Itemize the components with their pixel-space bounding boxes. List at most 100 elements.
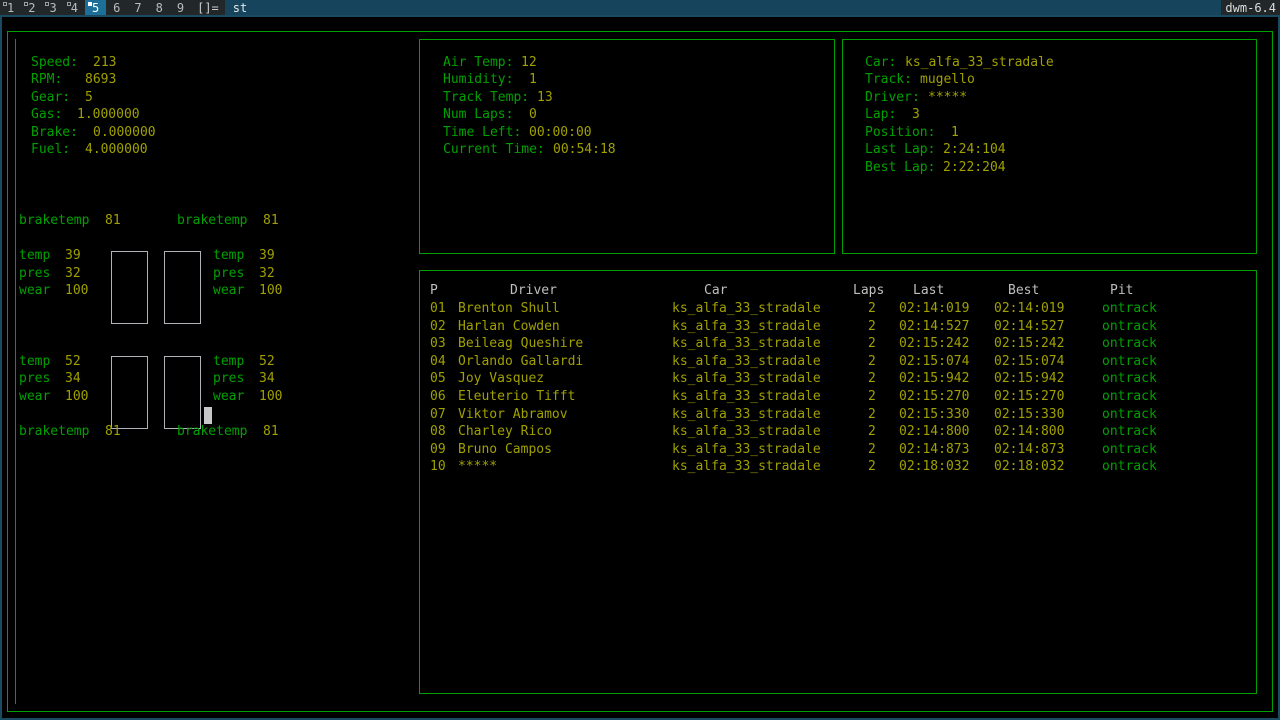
leaderboard-cell-pit: ontrack bbox=[1102, 389, 1157, 404]
leaderboard-cell-pit: ontrack bbox=[1102, 371, 1157, 386]
tag-7[interactable]: 7 bbox=[127, 0, 149, 15]
tag-label: 6 bbox=[113, 0, 121, 15]
leaderboard-cell-p: 01 bbox=[430, 301, 446, 316]
leaderboard-cell-best: 02:15:942 bbox=[994, 371, 1065, 386]
leaderboard-cell-p: 07 bbox=[430, 407, 446, 422]
tire-front-right-box bbox=[164, 251, 201, 324]
leaderboard-cell-car: ks_alfa_33_stradale bbox=[672, 336, 821, 351]
humidity-label: Humidity: bbox=[443, 72, 514, 87]
leaderboard-cell-p: 02 bbox=[430, 319, 446, 334]
rl-braketemp-value: 81 bbox=[105, 424, 121, 439]
leaderboard-cell-car: ks_alfa_33_stradale bbox=[672, 319, 821, 334]
rl-pres-label: pres bbox=[19, 371, 51, 386]
fr-braketemp-label: braketemp bbox=[177, 213, 248, 228]
leaderboard-cell-best: 02:14:873 bbox=[994, 442, 1065, 457]
tag-2[interactable]: 2 bbox=[21, 0, 43, 15]
driver-label: Driver: bbox=[865, 90, 920, 105]
leaderboard-cell-driver: Harlan Cowden bbox=[458, 319, 560, 334]
leaderboard-cell-driver: Charley Rico bbox=[458, 424, 552, 439]
tag-occupied-marker-icon bbox=[3, 2, 7, 6]
humidity-value: 1 bbox=[529, 72, 537, 87]
rr-pres-label: pres bbox=[213, 371, 245, 386]
fl-pres-label: pres bbox=[19, 266, 51, 281]
time-left-label: Time Left: bbox=[443, 125, 522, 140]
leaderboard-cell-laps: 2 bbox=[868, 407, 876, 422]
rr-wear-label: wear bbox=[213, 389, 245, 404]
tag-9[interactable]: 9 bbox=[169, 0, 192, 15]
tag-6[interactable]: 6 bbox=[106, 0, 128, 15]
current-time-label: Current Time: bbox=[443, 142, 545, 157]
leaderboard-cell-car: ks_alfa_33_stradale bbox=[672, 354, 821, 369]
rr-temp-value: 52 bbox=[259, 354, 275, 369]
fl-temp-value: 39 bbox=[65, 248, 81, 263]
tag-5[interactable]: 5 bbox=[84, 0, 107, 15]
leaderboard-cell-best: 02:14:800 bbox=[994, 424, 1065, 439]
rr-braketemp-value: 81 bbox=[263, 424, 279, 439]
leaderboard-cell-driver: Brenton Shull bbox=[458, 301, 560, 316]
time-left-value: 00:00:00 bbox=[529, 125, 592, 140]
tag-occupied-marker-icon bbox=[87, 2, 92, 6]
gear-label: Gear: bbox=[31, 90, 71, 105]
terminal-content[interactable]: Speed: 213 RPM: 8693 Gear: 5 Gas: 1.0000… bbox=[2, 17, 1278, 718]
tire-front-left-box bbox=[111, 251, 148, 324]
leaderboard-cell-car: ks_alfa_33_stradale bbox=[672, 459, 821, 474]
position-label: Position: bbox=[865, 125, 936, 140]
rl-wear-label: wear bbox=[19, 389, 51, 404]
fr-pres-value: 32 bbox=[259, 266, 275, 281]
rr-pres-value: 34 bbox=[259, 371, 275, 386]
speed-label: Speed: bbox=[31, 55, 78, 70]
rr-braketemp-label: braketemp bbox=[177, 424, 248, 439]
leaderboard-cell-laps: 2 bbox=[868, 459, 876, 474]
leaderboard-cell-car: ks_alfa_33_stradale bbox=[672, 389, 821, 404]
tag-label: 7 bbox=[134, 0, 142, 15]
last-lap-label: Last Lap: bbox=[865, 142, 936, 157]
tag-label: 1 bbox=[7, 0, 15, 15]
leaderboard-cell-driver: Eleuterio Tifft bbox=[458, 389, 576, 404]
tag-3[interactable]: 3 bbox=[42, 0, 64, 15]
dwm-status-bar: 123456789 []= st dwm-6.4 bbox=[0, 0, 1280, 15]
lap-value: 3 bbox=[912, 107, 920, 122]
leaderboard-cell-laps: 2 bbox=[868, 336, 876, 351]
leaderboard-cell-last: 02:15:942 bbox=[899, 371, 970, 386]
fr-wear-value: 100 bbox=[259, 283, 283, 298]
status-text: dwm-6.4 bbox=[1221, 0, 1280, 15]
leaderboard-header-driver: Driver bbox=[510, 283, 557, 298]
leaderboard-cell-p: 06 bbox=[430, 389, 446, 404]
fl-braketemp-label: braketemp bbox=[19, 213, 90, 228]
leaderboard-cell-last: 02:14:019 bbox=[899, 301, 970, 316]
tag-8[interactable]: 8 bbox=[148, 0, 170, 15]
tag-1[interactable]: 1 bbox=[0, 0, 22, 15]
leaderboard-cell-last: 02:15:242 bbox=[899, 336, 970, 351]
layout-indicator[interactable]: []= bbox=[191, 0, 225, 15]
leaderboard-cell-last: 02:14:800 bbox=[899, 424, 970, 439]
rpm-label: RPM: bbox=[31, 72, 63, 87]
leaderboard-cell-laps: 2 bbox=[868, 319, 876, 334]
track-label: Track: bbox=[865, 72, 912, 87]
position-value: 1 bbox=[951, 125, 959, 140]
leaderboard-cell-best: 02:14:019 bbox=[994, 301, 1065, 316]
track-value: mugello bbox=[920, 72, 975, 87]
fl-wear-label: wear bbox=[19, 283, 51, 298]
leaderboard-cell-last: 02:15:270 bbox=[899, 389, 970, 404]
brake-value: 0.000000 bbox=[93, 125, 156, 140]
tire-rear-left-box bbox=[111, 356, 148, 429]
air-temp-label: Air Temp: bbox=[443, 55, 514, 70]
leaderboard-cell-pit: ontrack bbox=[1102, 407, 1157, 422]
leaderboard-cell-pit: ontrack bbox=[1102, 301, 1157, 316]
fr-temp-value: 39 bbox=[259, 248, 275, 263]
driver-value: ***** bbox=[928, 90, 968, 105]
car-label: Car: bbox=[865, 55, 897, 70]
speed-value: 213 bbox=[93, 55, 117, 70]
fr-braketemp-value: 81 bbox=[263, 213, 279, 228]
fl-braketemp-value: 81 bbox=[105, 213, 121, 228]
fuel-label: Fuel: bbox=[31, 142, 71, 157]
air-temp-value: 12 bbox=[521, 55, 537, 70]
tag-4[interactable]: 4 bbox=[63, 0, 85, 15]
brake-label: Brake: bbox=[31, 125, 78, 140]
leaderboard-header-best: Best bbox=[1008, 283, 1040, 298]
leaderboard-cell-last: 02:18:032 bbox=[899, 459, 970, 474]
leaderboard-cell-car: ks_alfa_33_stradale bbox=[672, 442, 821, 457]
best-lap-value: 2:22:204 bbox=[943, 160, 1006, 175]
terminal-window[interactable]: Speed: 213 RPM: 8693 Gear: 5 Gas: 1.0000… bbox=[0, 15, 1280, 720]
tag-label: 8 bbox=[155, 0, 163, 15]
